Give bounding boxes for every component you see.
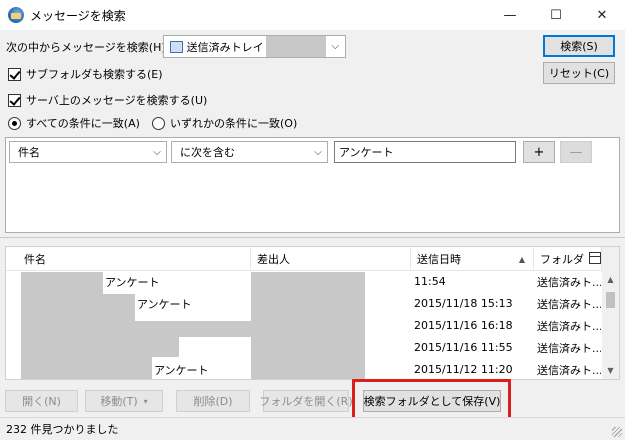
open-button[interactable]: 開く(N)	[5, 390, 78, 412]
row-subject: アンケート	[137, 297, 192, 311]
subfolders-label: サブフォルダも検索する(E)	[26, 68, 163, 81]
sort-ascending-icon: ▲	[518, 254, 525, 264]
column-date[interactable]: 送信日時 ▲	[411, 247, 534, 271]
server-option[interactable]: サーバ上のメッセージを検索する(U)	[8, 92, 207, 108]
thunderbird-icon	[8, 7, 24, 23]
chevron-down-icon: ⌵	[153, 146, 161, 158]
rule-operator-value: に次を含む	[180, 146, 235, 159]
table-row[interactable]: 2015/11/16 11:55 送信済みト...	[6, 337, 601, 358]
folder-name: 送信済みトレイ	[186, 40, 264, 54]
rule-operator-select[interactable]: に次を含む ⌵	[171, 141, 328, 163]
title-bar: メッセージを検索 — ☐ ✕	[0, 0, 625, 30]
row-subject: アンケート	[105, 275, 160, 289]
chevron-down-icon: ▾	[143, 396, 148, 406]
folder-icon	[170, 40, 183, 53]
match-any-option[interactable]: いずれかの条件に一致(O)	[152, 115, 297, 131]
delete-button[interactable]: 削除(D)	[176, 390, 250, 412]
window-title: メッセージを検索	[30, 8, 126, 23]
row-date: 2015/11/16 11:55	[414, 341, 513, 354]
redacted-block	[265, 36, 326, 57]
table-row[interactable]: アンケート 11:54 送信済みト...	[6, 271, 601, 292]
match-any-radio[interactable]	[152, 116, 165, 130]
scroll-down-icon[interactable]: ▼	[602, 362, 619, 379]
row-folder: 送信済みト...	[537, 319, 601, 333]
table-row[interactable]: アンケート 2015/11/12 11:20 送信済みト...	[6, 359, 601, 379]
rule-list: 件名 ⌵ に次を含む ⌵ アンケート + —	[5, 137, 620, 233]
search-button[interactable]: 検索(S)	[543, 35, 615, 57]
subfolders-option[interactable]: サブフォルダも検索する(E)	[8, 66, 163, 82]
rule-field-value: 件名	[18, 146, 40, 159]
move-button-label: 移動(T)	[100, 395, 138, 408]
table-header: 件名 差出人 送信日時 ▲ フォルダ	[6, 247, 619, 271]
search-in-row: 次の中からメッセージを検索(H):	[6, 38, 169, 56]
row-folder: 送信済みト...	[537, 275, 601, 289]
row-folder: 送信済みト...	[537, 363, 601, 377]
rule-value-text: アンケート	[339, 146, 394, 159]
remove-rule-button[interactable]: —	[560, 141, 592, 163]
status-bar: 232 件見つかりました	[0, 417, 625, 440]
move-button[interactable]: 移動(T) ▾	[85, 390, 163, 412]
row-date: 2015/11/12 11:20	[414, 363, 513, 376]
results-table: 件名 差出人 送信日時 ▲ フォルダ アンケート 11:54 送信済みト... …	[5, 246, 620, 380]
minimize-icon[interactable]: —	[487, 0, 533, 30]
folder-select[interactable]: 送信済みトレイ ⌵	[163, 35, 346, 58]
close-icon[interactable]: ✕	[579, 0, 625, 30]
maximize-icon[interactable]: ☐	[533, 0, 579, 30]
open-folder-button[interactable]: フォルダを開く(R)	[259, 390, 353, 412]
scroll-thumb[interactable]	[606, 292, 615, 308]
chevron-down-icon: ⌵	[314, 146, 322, 158]
row-date: 11:54	[414, 275, 446, 288]
column-picker-icon[interactable]	[589, 252, 601, 264]
row-date: 2015/11/16 16:18	[414, 319, 513, 332]
row-folder: 送信済みト...	[537, 297, 601, 311]
server-label: サーバ上のメッセージを検索する(U)	[26, 94, 208, 107]
splitter[interactable]	[0, 237, 625, 241]
chevron-down-icon[interactable]: ⌵	[326, 41, 345, 52]
column-subject[interactable]: 件名	[6, 247, 251, 271]
resize-grip-icon[interactable]	[612, 427, 622, 437]
match-all-radio[interactable]	[8, 116, 21, 130]
scroll-up-icon[interactable]: ▲	[602, 271, 619, 288]
row-folder: 送信済みト...	[537, 341, 601, 355]
reset-button[interactable]: リセット(C)	[543, 62, 615, 84]
match-all-label: すべての条件に一致(A)	[26, 117, 140, 130]
column-sender[interactable]: 差出人	[251, 247, 411, 271]
table-row[interactable]: 2015/11/16 16:18 送信済みト...	[6, 315, 601, 336]
rule-field-select[interactable]: 件名 ⌵	[9, 141, 167, 163]
match-all-option[interactable]: すべての条件に一致(A)	[8, 115, 140, 131]
status-text: 232 件見つかりました	[6, 423, 119, 436]
add-rule-button[interactable]: +	[523, 141, 555, 163]
server-checkbox[interactable]	[8, 93, 21, 107]
match-any-label: いずれかの条件に一致(O)	[170, 117, 298, 130]
vertical-scrollbar[interactable]: ▲ ▼	[602, 247, 619, 379]
rule-value-input[interactable]: アンケート	[334, 141, 516, 163]
subfolders-checkbox[interactable]	[8, 67, 21, 81]
table-row[interactable]: アンケート 2015/11/18 15:13 送信済みト...	[6, 293, 601, 314]
row-date: 2015/11/18 15:13	[414, 297, 513, 310]
column-date-label: 送信日時	[417, 253, 461, 266]
row-subject: アンケート	[154, 363, 209, 377]
search-in-label: 次の中からメッセージを検索(H):	[6, 41, 170, 54]
